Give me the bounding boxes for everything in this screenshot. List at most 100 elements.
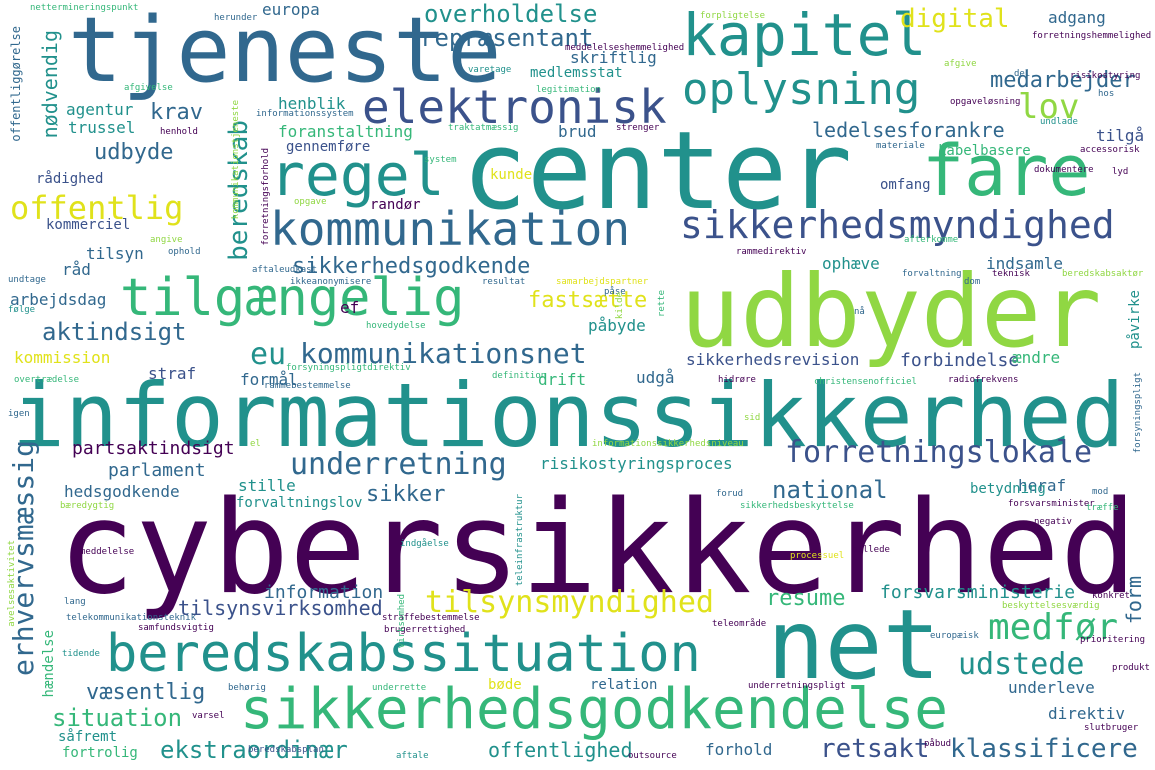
word-tilsyn: tilsyn (86, 244, 144, 263)
word-ledelsesforankre: ledelsesforankre (812, 118, 1005, 142)
word-parlament: parlament (108, 460, 206, 481)
word-haendelse: hændelse (41, 630, 57, 698)
word-teleomraade: teleområde (712, 619, 767, 629)
word-baeredygtig: bæredygtig (60, 501, 115, 511)
word-forsvarsministerie: forsvarsministerie (880, 582, 1076, 603)
word-hedsgodkende: hedsgodkende (64, 482, 180, 501)
word-resultat: resultat (482, 277, 526, 287)
word-rette: rette (657, 290, 667, 318)
word-klassificere: klassificere (950, 734, 1138, 764)
word-europa: europa (262, 0, 320, 19)
word-paabyde: påbyde (588, 316, 646, 335)
word-oplysning: oplysning (682, 64, 921, 115)
word-beredskabsaktoer: beredskabsaktør (1062, 269, 1144, 279)
word-vaesentlig: væsentlig (86, 680, 206, 705)
word-sikker: sikker (366, 482, 446, 507)
word-afterkomme: afterkomme (904, 235, 959, 245)
word-fortrolig: fortrolig (62, 745, 138, 761)
word-national: national (772, 476, 888, 504)
word-accessorisk: accessorisk (1080, 145, 1140, 155)
word-forpligtelse: forpligtelse (700, 11, 766, 21)
word-udstede: udstede (958, 647, 1085, 682)
word-rammedirektiv: rammedirektiv (736, 247, 807, 257)
word-paabud: påbud (924, 739, 952, 749)
word-informationssystem: informationssystem (256, 109, 354, 119)
word-situation: situation (52, 704, 183, 732)
word-udbyde: udbyde (94, 140, 174, 165)
word-foelge: følge (8, 305, 36, 315)
word-sid: sid (744, 413, 761, 423)
word-meddelelseshemmelighed: meddelelseshemmelighed (565, 43, 685, 53)
word-forretningsforhold: forretningsforhold (261, 148, 271, 246)
word-raad: råd (62, 260, 91, 279)
word-hos: hos (1098, 89, 1115, 99)
word-betydning: betydning (970, 481, 1046, 497)
word-aftaleudkast: aftaleudkast (252, 265, 318, 275)
word-europaeisk: europæisk (930, 631, 979, 641)
word-forsyningspligtdirektiv: forsyningspligtdirektiv (286, 363, 411, 373)
word-informationssikkerhedsniveau: informationssikkerhedsniveau (592, 439, 744, 449)
word-mod: mod (1092, 487, 1109, 497)
word-krav: krav (150, 100, 203, 125)
word-forvaltningslov: forvaltningslov (236, 495, 363, 511)
word-dokumentere: dokumentere (1034, 165, 1094, 175)
word-negativ: negativ (1034, 517, 1072, 527)
word-forsyningspligt: forsyningspligt (1133, 372, 1143, 454)
word-rammebestemmelse: rammebestemmelse (264, 381, 351, 391)
word-processuel: processuel (790, 551, 845, 561)
word-meddelelse: meddelelse (80, 547, 135, 557)
word-kilde: kilde (615, 292, 625, 320)
word-teknisk: teknisk (992, 269, 1030, 279)
word-forhold: forhold (705, 740, 773, 759)
word-trussel: trussel (68, 118, 136, 137)
word-kommission: kommission (14, 348, 111, 367)
word-sikkerhedsgodkende: sikkerhedsgodkende (292, 254, 531, 279)
word-traktatmaessig: traktatmæssig (448, 123, 519, 133)
word-offentliggoerelse: offentliggørelse (9, 26, 23, 142)
word-samfundsvigtig: samfundsvigtig (138, 623, 214, 633)
word-eu: eu (250, 337, 287, 372)
word-el: el (250, 439, 261, 449)
word-undtage: undtage (8, 275, 46, 285)
word-overholdelse: overholdelse (424, 0, 598, 28)
word-igen: igen (8, 409, 30, 419)
word-aktindsigt: aktindsigt (42, 318, 187, 346)
word-materiale: materiale (876, 141, 925, 151)
word-kunde: kunde (490, 167, 533, 183)
word-telekommunikationsteknik: telekommunikationsteknik (66, 613, 197, 623)
word-hovedydelse: hovedydelse (366, 321, 426, 331)
word-nettermineringspunkt: nettermineringspunkt (30, 3, 139, 13)
word-konkret: konkret (1092, 591, 1130, 601)
word-straf: straf (148, 364, 197, 383)
word-ophold: ophold (168, 247, 201, 257)
word-sikkerhedsrevision: sikkerhedsrevision (686, 350, 860, 369)
word-forretningslokale: forretningslokale (785, 435, 1093, 470)
word-christensenofficiel: christensenofficiel (814, 377, 917, 387)
word-cloud: cybersikkerhed informationssikkerhed cen… (0, 0, 1155, 770)
word-forvaltning: forvaltning (902, 269, 962, 279)
word-brud: brud (558, 122, 597, 141)
word-sikkerhedsmyndighed: sikkerhedsmyndighed (680, 203, 1115, 247)
word-herunder: herunder (214, 13, 258, 23)
word-undlade: undlade (1040, 117, 1078, 127)
word-traeffe: træffe (1086, 503, 1119, 513)
word-afgivelse: afgivelse (124, 83, 173, 93)
word-produkt: produkt (1112, 663, 1150, 673)
word-relation: relation (590, 677, 658, 693)
word-henhold: henhold (160, 127, 198, 137)
word-forretningshemmelighed: forretningshemmelighed (1032, 31, 1152, 41)
word-angive: angive (150, 235, 183, 245)
word-opgave: opgave (294, 197, 327, 207)
word-forud: forud (716, 489, 744, 499)
word-kommunikation: kommunikation (270, 202, 631, 256)
word-risikostyring: risikostyring (1070, 71, 1141, 81)
word-saafremt: såfremt (58, 729, 118, 745)
word-lang: lang (64, 597, 86, 607)
word-overtraedelse: overtrædelse (14, 375, 80, 385)
word-lyd: lyd (1112, 167, 1129, 177)
word-underretning: underretning (290, 447, 507, 482)
word-raadighed: rådighed (36, 171, 104, 187)
word-forbindelse: forbindelse (900, 350, 1020, 371)
word-digital: digital (900, 4, 1010, 34)
word-retsakt: retsakt (820, 734, 930, 764)
